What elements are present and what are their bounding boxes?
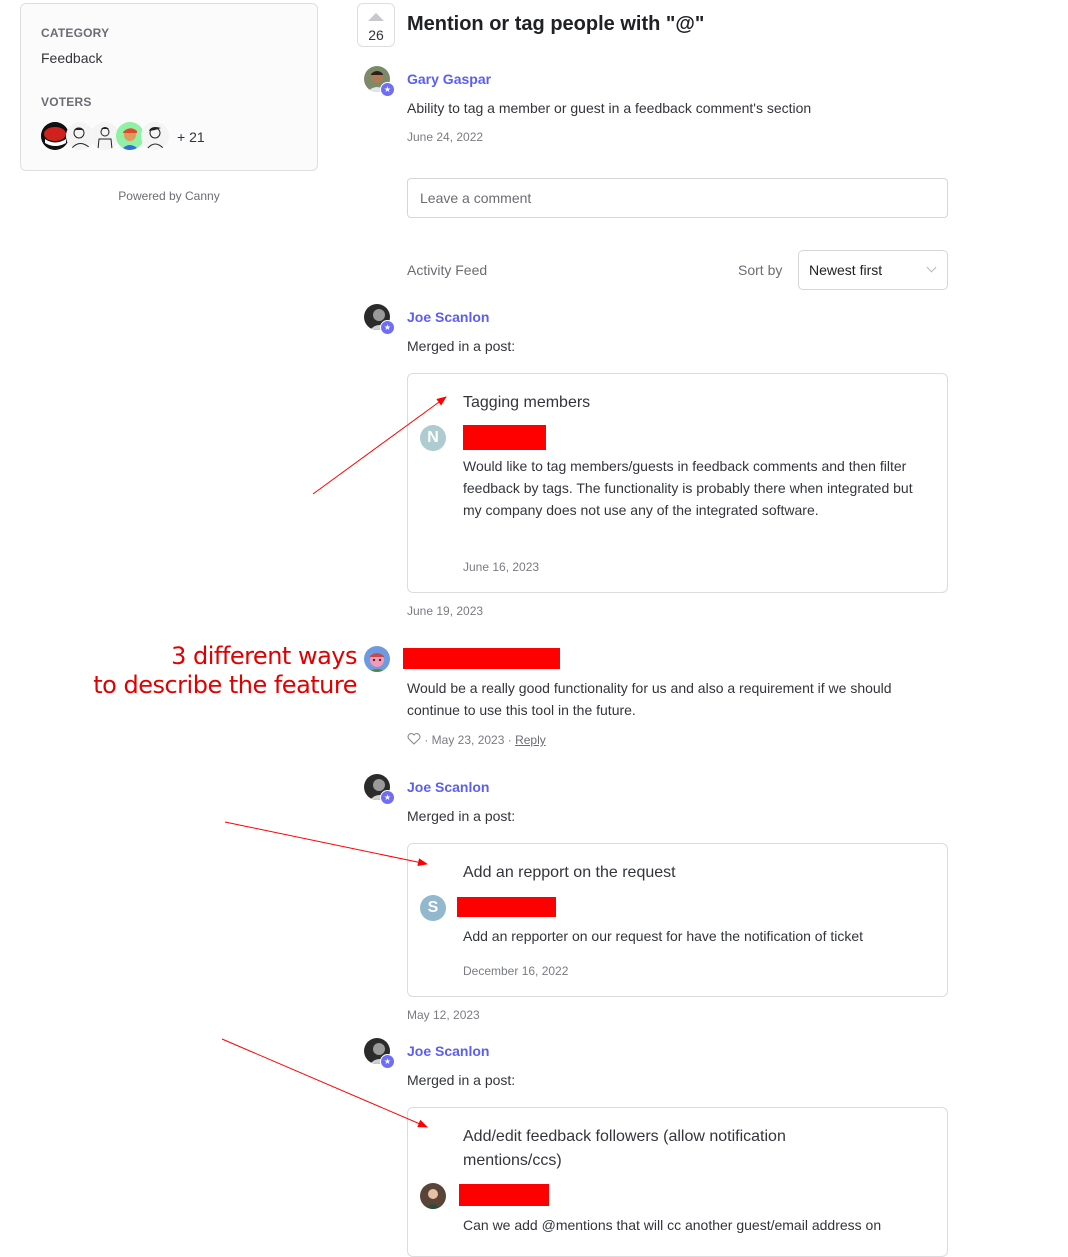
heart-icon[interactable] <box>407 733 421 748</box>
admin-star-badge-icon: ★ <box>380 320 395 335</box>
activity-action-text: Merged in a post: <box>407 338 516 354</box>
comment-meta: · May 23, 2023 · Reply <box>407 733 546 748</box>
admin-star-badge-icon: ★ <box>380 790 395 805</box>
reply-link[interactable]: Reply <box>515 733 546 747</box>
activity-date: May 12, 2023 <box>407 1008 480 1022</box>
post-description: Ability to tag a member or guest in a fe… <box>407 100 812 116</box>
voters-more-count[interactable]: + 21 <box>177 129 205 145</box>
merged-post-date: June 16, 2023 <box>463 560 540 574</box>
merged-post-body: Add an repporter on our request for have… <box>463 928 864 944</box>
merged-post-author-avatar: N <box>420 425 446 451</box>
vote-count: 26 <box>368 27 384 43</box>
sort-select[interactable]: Newest first <box>798 250 948 290</box>
post-author-name[interactable]: Gary Gaspar <box>407 71 491 87</box>
merged-post-title[interactable]: Add an repport on the request <box>463 861 676 885</box>
activity-author-name[interactable]: Joe Scanlon <box>407 309 489 325</box>
merged-post-author-avatar <box>420 1183 446 1209</box>
comment-input[interactable]: Leave a comment <box>407 178 948 218</box>
redacted-author-name <box>457 897 556 917</box>
voters-label: VOTERS <box>41 95 92 109</box>
merged-post-date: December 16, 2022 <box>463 964 569 978</box>
merged-post-card[interactable]: Add an repport on the request S Add an r… <box>407 843 948 997</box>
joe-scanlon-avatar[interactable]: ★ <box>364 774 395 805</box>
merged-post-title[interactable]: Add/edit feedback followers (allow notif… <box>463 1125 863 1173</box>
author-avatar[interactable]: ★ <box>364 66 395 97</box>
activity-action-text: Merged in a post: <box>407 1072 516 1088</box>
voters-list[interactable]: + 21 <box>41 122 241 152</box>
powered-by-canny-link[interactable]: Powered by Canny <box>20 189 318 203</box>
voter-avatar-cap[interactable] <box>116 122 144 150</box>
voter-avatar-sketch-1[interactable] <box>66 122 94 150</box>
merged-post-title[interactable]: Tagging members <box>463 391 590 415</box>
redacted-commenter-name <box>403 648 560 669</box>
post-date: June 24, 2022 <box>407 130 484 144</box>
commenter-avatar[interactable] <box>364 646 390 672</box>
merged-post-body: Can we add @mentions that will cc anothe… <box>463 1217 882 1233</box>
joe-scanlon-avatar[interactable]: ★ <box>364 304 395 335</box>
merged-post-card[interactable]: Tagging members N Would like to tag memb… <box>407 373 948 593</box>
category-label: CATEGORY <box>41 26 110 40</box>
upvote-button[interactable]: 26 <box>357 3 395 47</box>
activity-feed-label: Activity Feed <box>407 262 488 278</box>
sort-by-label: Sort by <box>738 262 783 278</box>
joe-scanlon-avatar[interactable]: ★ <box>364 1038 395 1069</box>
voter-avatar-sketch-2[interactable] <box>91 122 119 150</box>
upvote-arrow-icon <box>368 13 384 21</box>
redacted-author-name <box>459 1184 549 1206</box>
post-sidebar-card: CATEGORY Feedback VOTERS + 21 <box>20 3 318 171</box>
admin-star-badge-icon: ★ <box>380 82 395 97</box>
annotation-arrow-2 <box>224 821 428 867</box>
annotation-line-1: 3 different ways <box>171 642 357 670</box>
activity-author-name[interactable]: Joe Scanlon <box>407 779 489 795</box>
chevron-down-icon <box>926 262 937 273</box>
comment-date: · May 23, 2023 · <box>424 733 512 747</box>
post-title: Mention or tag people with "@" <box>407 13 705 35</box>
category-value: Feedback <box>41 50 103 66</box>
annotation-arrow-3 <box>221 1038 428 1128</box>
sort-select-value: Newest first <box>809 262 883 278</box>
admin-star-badge-icon: ★ <box>380 1054 395 1069</box>
redacted-author-name <box>463 425 546 450</box>
voter-avatar-sketch-3[interactable] <box>141 122 169 150</box>
activity-author-name[interactable]: Joe Scanlon <box>407 1043 489 1059</box>
comment-body: Would be a really good functionality for… <box>407 680 892 718</box>
activity-action-text: Merged in a post: <box>407 808 516 824</box>
merged-post-body: Would like to tag members/guests in feed… <box>463 458 913 518</box>
comment-input-placeholder: Leave a comment <box>420 190 532 206</box>
annotation-text: 3 different ways to describe the feature <box>60 642 357 700</box>
annotation-line-2: to describe the feature <box>93 671 357 699</box>
activity-date: June 19, 2023 <box>407 604 484 618</box>
merged-post-author-avatar: S <box>420 895 446 921</box>
voter-avatar-redhat[interactable] <box>41 122 69 150</box>
